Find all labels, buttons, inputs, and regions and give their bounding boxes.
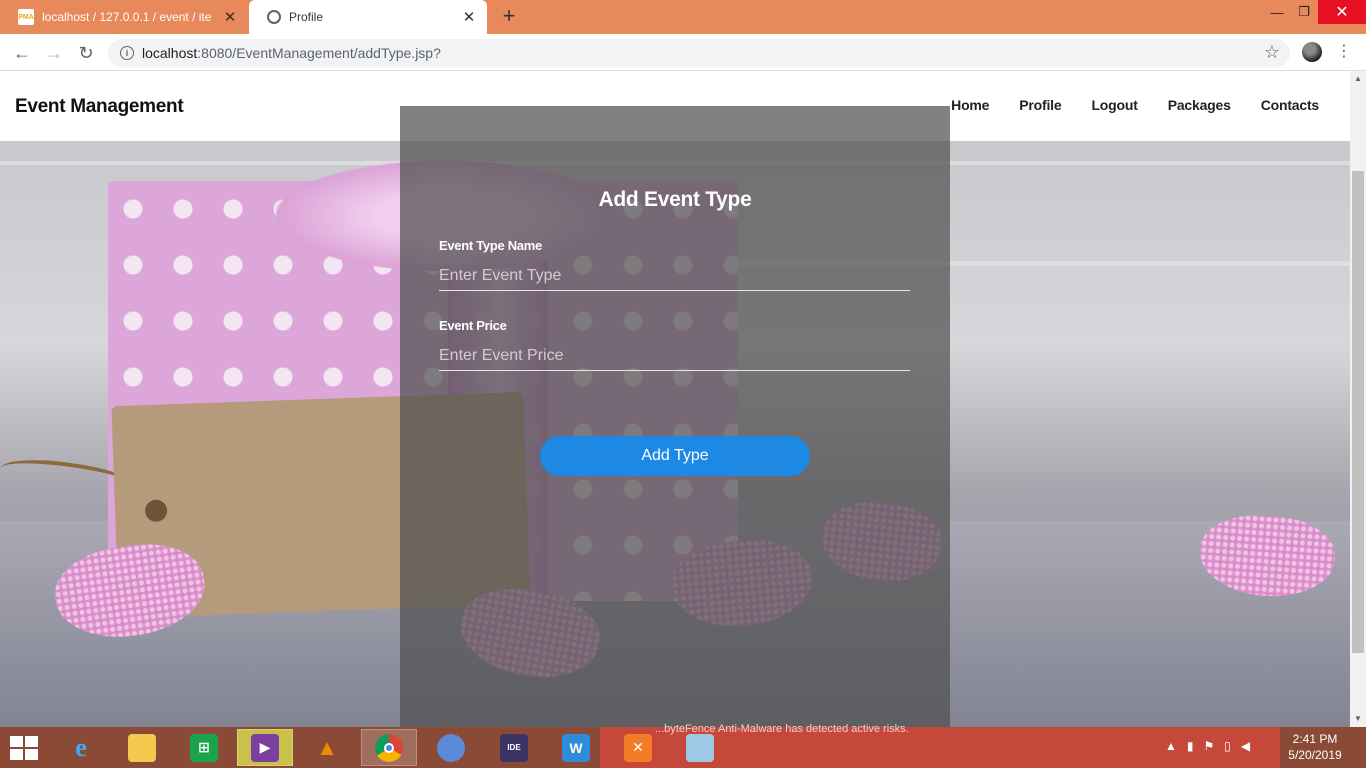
tab-phpmyadmin[interactable]: PMA localhost / 127.0.0.1 / event / ite … [0,0,248,34]
close-icon[interactable]: ✕ [461,8,477,26]
tab-title: Profile [289,10,324,24]
tag-hole [144,499,168,523]
wps-glyph: W [562,733,590,762]
vs-glyph: ▶ [251,733,279,762]
avatar[interactable] [1302,42,1322,62]
vlc-icon[interactable]: ▲ [299,729,355,766]
store-icon[interactable]: ⊞ [176,729,232,766]
nav-profile[interactable]: Profile [1019,97,1061,113]
windows-start-icon[interactable] [10,736,40,760]
url-host: localhost [142,45,198,61]
site-brand[interactable]: Event Management [15,96,184,118]
phpmyadmin-icon: PMA [18,9,34,25]
new-tab-button[interactable]: + [498,5,520,28]
event-type-label: Event Type Name [439,238,542,253]
event-type-input[interactable] [439,261,910,291]
add-type-button[interactable]: Add Type [540,436,810,476]
eclipse-java-ee-icon[interactable]: IDE [486,729,542,766]
show-hidden-icons-icon[interactable]: ▲ [1165,739,1177,753]
nav-home[interactable]: Home [951,97,989,113]
internet-explorer-icon[interactable]: e [53,729,109,766]
wps-office-icon[interactable]: W [548,729,604,766]
nav-contacts[interactable]: Contacts [1261,97,1319,113]
action-center-icon[interactable]: ⚑ [1204,739,1215,753]
bookmark-star-icon[interactable]: ☆ [1264,42,1280,63]
forward-button[interactable]: → [42,41,66,65]
ie-glyph: e [75,732,87,762]
power-icon[interactable]: ▯ [1224,739,1231,753]
globe-icon [267,10,281,24]
chromium-glyph [437,733,465,762]
notepad-icon[interactable] [672,729,728,766]
tab-title: localhost / 127.0.0.1 / event / ite [42,10,212,24]
chrome-icon[interactable] [361,729,417,766]
folder-glyph [128,733,156,762]
page-scrollbar[interactable]: ▲ ▼ [1350,71,1366,727]
minimize-button[interactable]: — [1265,0,1289,24]
address-bar[interactable]: i localhost:8080/EventManagement/addType… [108,39,1290,67]
clock-time: 2:41 PM [1292,732,1338,746]
store-glyph: ⊞ [190,733,218,762]
nav-packages[interactable]: Packages [1168,97,1231,113]
clock-date: 5/20/2019 [1288,748,1342,762]
close-icon[interactable]: ✕ [222,8,238,26]
window-close-button[interactable]: ✕ [1318,0,1366,24]
main-nav: Home Profile Logout Packages Contacts [921,97,1319,113]
url-path: :8080/EventManagement/addType.jsp? [197,45,441,61]
xampp-icon[interactable]: ✕ [610,729,666,766]
reload-button[interactable]: ↻ [74,41,98,65]
restore-button[interactable]: ❐ [1292,0,1316,24]
chrome-glyph [375,733,403,762]
form-title: Add Event Type [598,188,752,211]
system-clock[interactable]: 2:41 PM 5/20/2019 [1280,731,1350,763]
browser-tabstrip: PMA localhost / 127.0.0.1 / event / ite … [0,0,1366,34]
network-icon[interactable]: ▮ [1187,739,1194,753]
tab-profile[interactable]: Profile ✕ [249,0,487,34]
volume-icon[interactable]: ◀ [1241,739,1250,753]
nav-logout[interactable]: Logout [1091,97,1137,113]
scroll-down-arrow-icon[interactable]: ▼ [1350,711,1366,727]
xampp-glyph: ✕ [624,733,652,762]
back-button[interactable]: ← [10,41,34,65]
browser-toolbar: ← → ↻ i localhost:8080/EventManagement/a… [0,34,1366,71]
web-page: Event Management Home Profile Logout Pac… [0,71,1350,727]
scroll-thumb[interactable] [1352,171,1364,653]
system-tray: ▲ ▮ ⚑ ▯ ◀ [1165,739,1250,753]
chromium-icon[interactable] [423,729,479,766]
windows-taskbar: ...byteFence Anti-Malware has detected a… [0,723,1366,768]
notepad-glyph [686,733,714,762]
eclipse-glyph: IDE [500,733,528,762]
vlc-glyph: ▲ [316,734,338,760]
event-price-input[interactable] [439,341,910,371]
chrome-center [384,742,394,753]
add-type-form-panel: Add Event Type Event Type Name Event Pri… [400,106,950,727]
kebab-menu-icon[interactable]: ⋮ [1336,42,1352,62]
info-icon[interactable]: i [120,46,134,60]
file-explorer-icon[interactable] [114,729,170,766]
visual-studio-icon[interactable]: ▶ [237,729,293,766]
scroll-up-arrow-icon[interactable]: ▲ [1350,71,1366,87]
event-price-label: Event Price [439,318,507,333]
